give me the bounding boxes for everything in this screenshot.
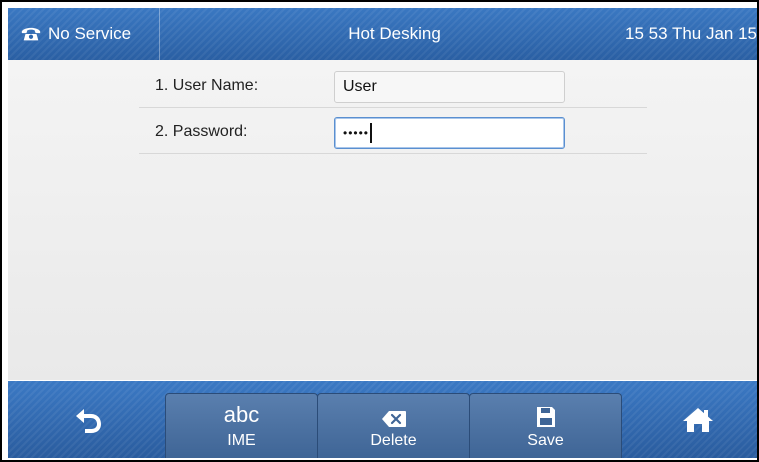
ime-abc-text: abc <box>223 402 260 427</box>
text-caret <box>370 123 373 143</box>
save-label: Save <box>527 432 564 449</box>
save-button[interactable]: Save <box>469 393 622 458</box>
phone-icon <box>21 27 41 41</box>
status-text: No Service <box>48 24 132 43</box>
user-name-label: 1. User Name: <box>155 76 259 94</box>
ime-label: IME <box>227 432 256 449</box>
delete-label: Delete <box>370 432 417 449</box>
delete-button[interactable]: Delete <box>317 393 470 458</box>
save-icon <box>536 407 555 427</box>
softkey-bar: abc IME Delete Save <box>8 381 757 458</box>
back-button[interactable] <box>18 381 158 458</box>
status-indicator: No Service <box>8 8 160 60</box>
back-arrow-icon <box>76 408 101 433</box>
phone-screen: No Service Hot Desking 15 53 Thu Jan 15 … <box>0 0 759 462</box>
password-input[interactable]: ••••• <box>334 117 565 149</box>
password-label: 2. Password: <box>155 122 248 140</box>
content-area: 1. User Name: User 2. Password: ••••• <box>8 60 757 380</box>
user-name-input[interactable]: User <box>334 71 565 103</box>
user-name-row: 1. User Name: User <box>139 63 647 108</box>
home-icon <box>683 407 713 432</box>
title-bar: No Service Hot Desking 15 53 Thu Jan 15 <box>8 8 757 60</box>
page-title: Hot Desking <box>348 24 441 43</box>
password-value: ••••• <box>343 126 370 140</box>
ime-button[interactable]: abc IME <box>165 393 318 458</box>
backspace-icon <box>381 411 406 427</box>
home-button[interactable] <box>628 381 757 458</box>
user-name-value: User <box>343 78 377 95</box>
datetime-display: 15 53 Thu Jan 15 <box>624 24 757 43</box>
password-row: 2. Password: ••••• <box>139 109 647 154</box>
